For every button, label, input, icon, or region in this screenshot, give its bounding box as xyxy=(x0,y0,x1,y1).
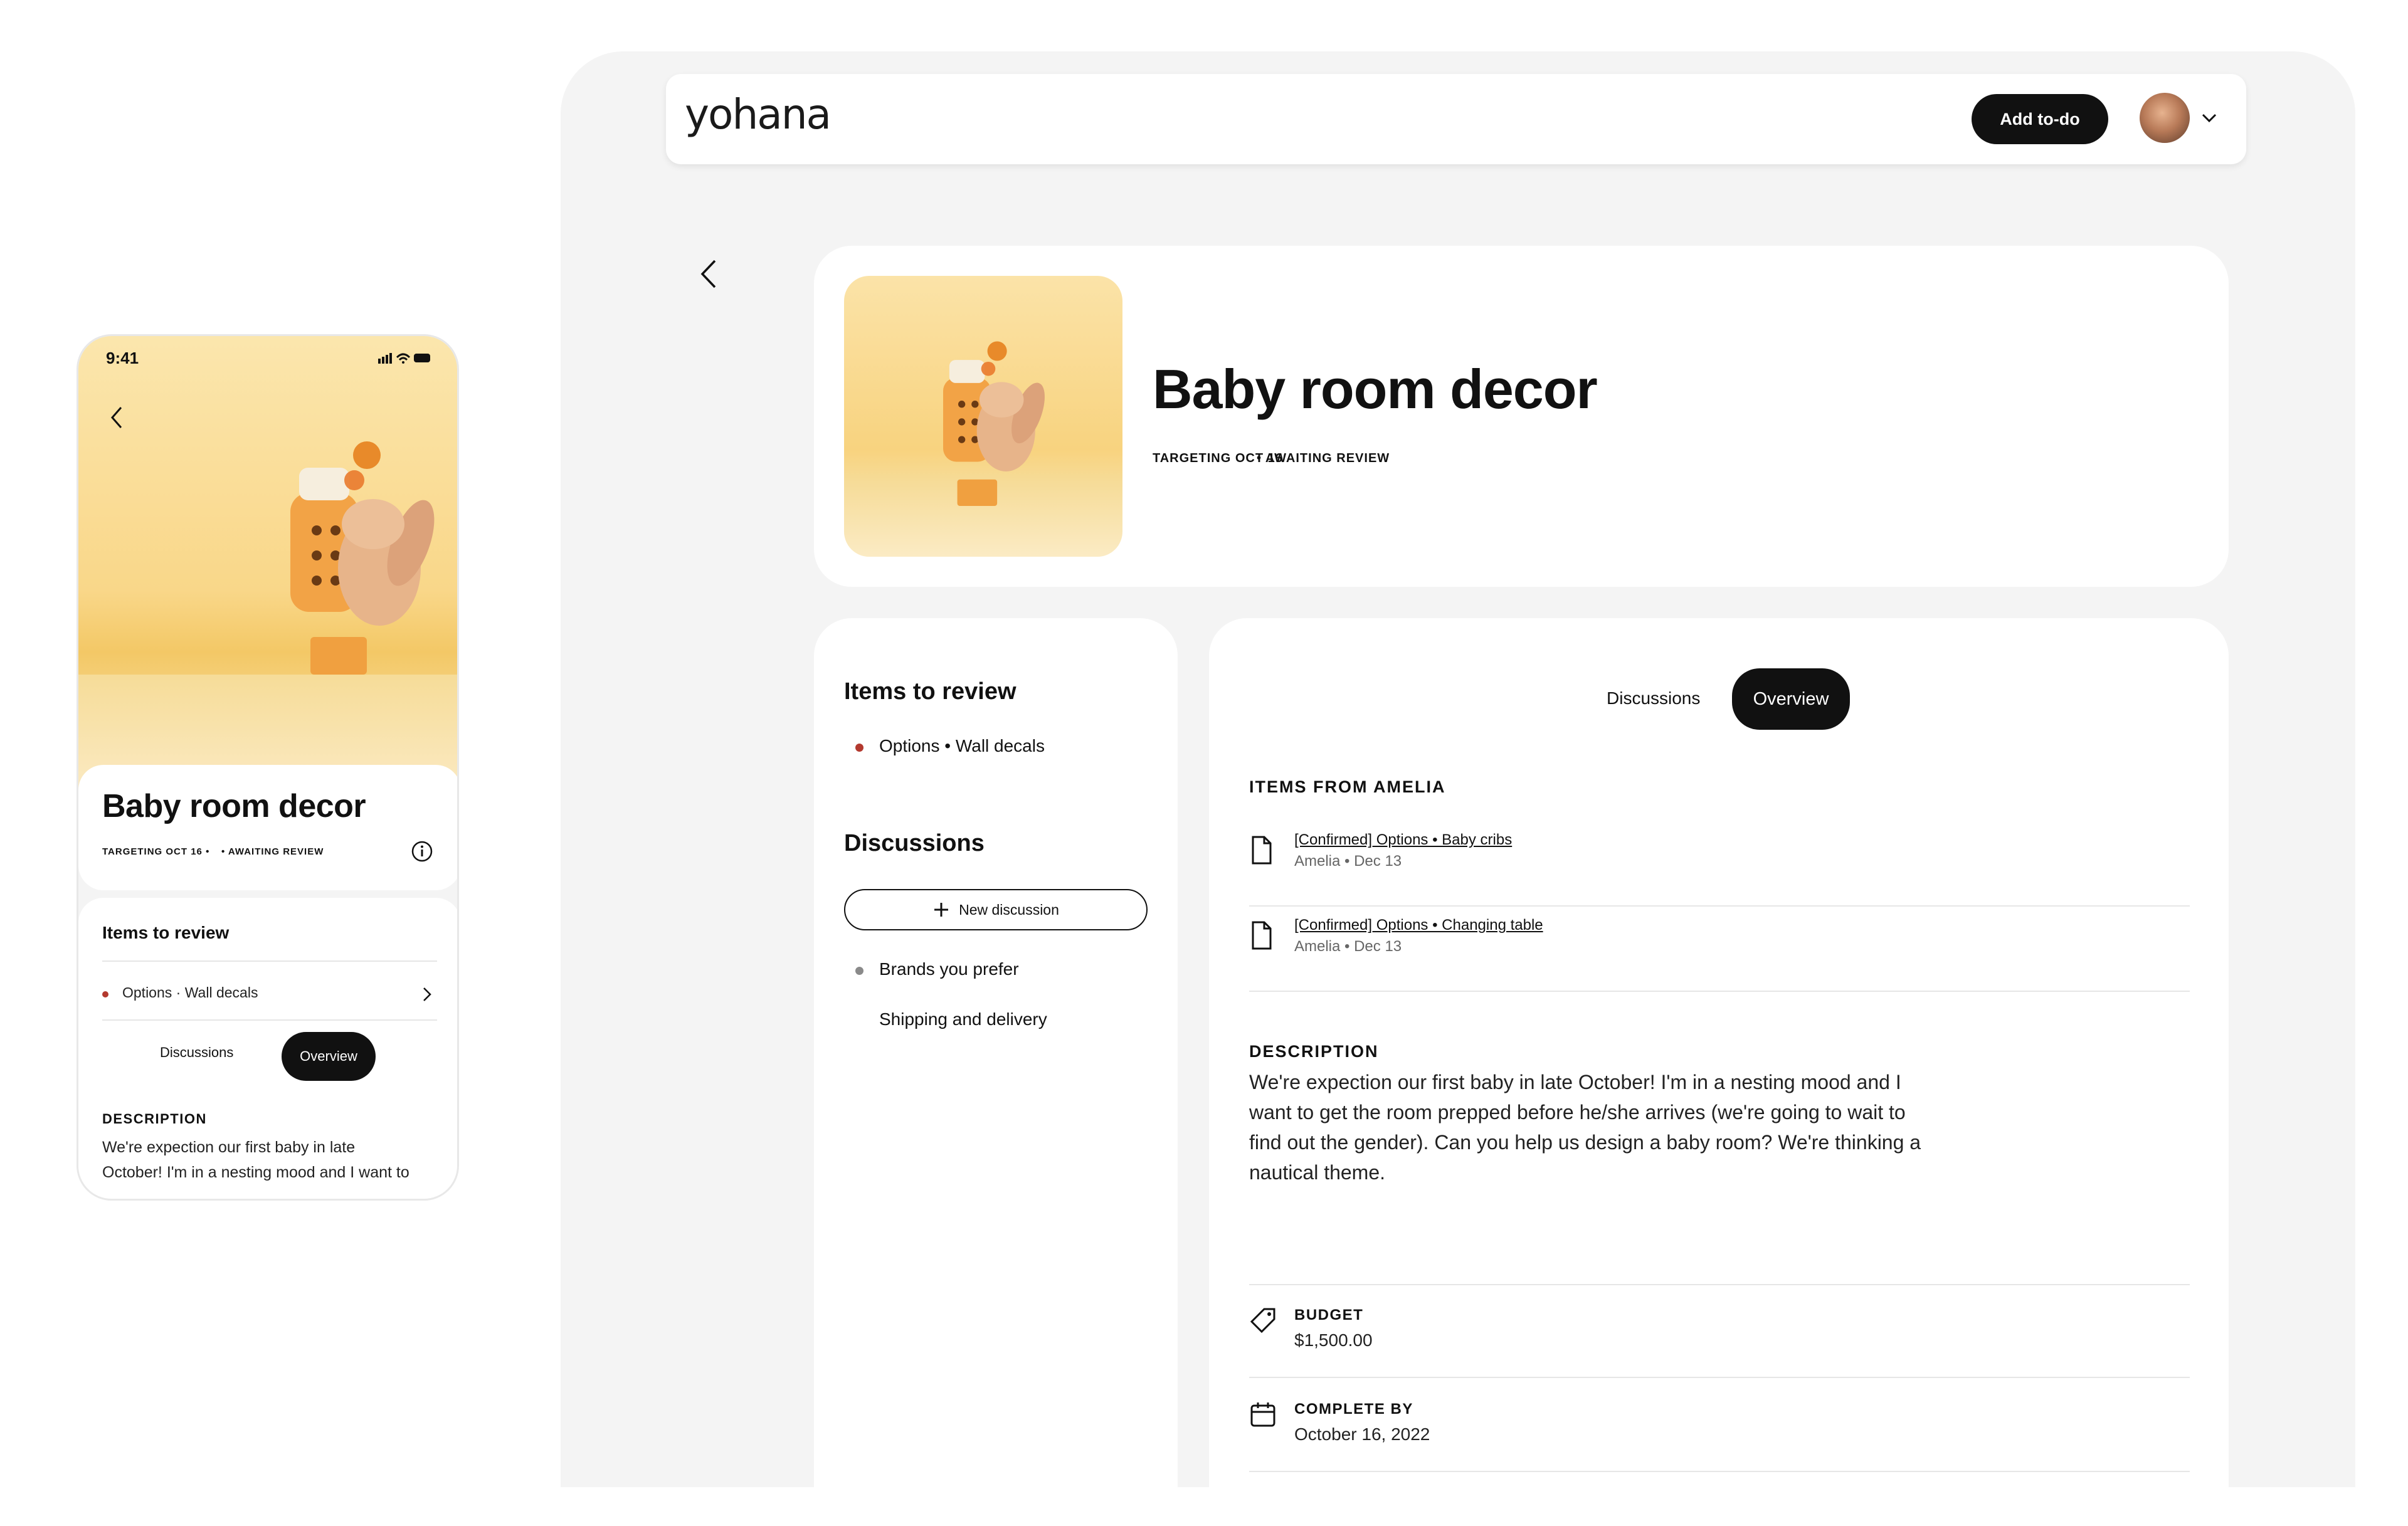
description-heading: DESCRIPTION xyxy=(1249,1042,1379,1061)
back-chevron-icon[interactable] xyxy=(697,258,720,290)
phone-description-heading: DESCRIPTION xyxy=(102,1111,207,1127)
complete-by-label: COMPLETE BY xyxy=(1294,1401,1413,1418)
list-item[interactable]: [Confirmed] Options • Changing table Ame… xyxy=(1249,917,2190,979)
review-item-label: Options • Wall decals xyxy=(879,736,1045,755)
phone-page-title: Baby room decor xyxy=(102,788,366,824)
phone-meta-target: TARGETING OCT 16 • xyxy=(102,846,210,857)
phone-description-line1: We're expection our first baby in late xyxy=(102,1139,356,1156)
phone-items-heading: Items to review xyxy=(102,923,230,942)
new-discussion-button[interactable]: New discussion xyxy=(844,889,1148,930)
review-item[interactable]: Options • Wall decals xyxy=(844,731,1145,762)
items-review-heading: Items to review xyxy=(844,678,1017,705)
status-icons xyxy=(378,353,430,364)
phone-time: 9:41 xyxy=(106,349,139,367)
phone-description-line2: October! I'm in a nesting mood and I wan… xyxy=(102,1164,409,1181)
chevron-right-icon xyxy=(423,987,431,1001)
item-title-link[interactable]: [Confirmed] Options • Changing table xyxy=(1294,917,1543,934)
description-line: want to get the room prepped before he/s… xyxy=(1249,1101,1906,1123)
meta-status: • AWAITING REVIEW xyxy=(1257,451,1390,465)
main-card: Discussions Overview ITEMS FROM AMELIA [… xyxy=(1209,618,2229,1487)
top-bar: yohana Add to-do xyxy=(666,74,2246,164)
phone-content-card: Items to review Options · Wall decals Di… xyxy=(78,898,457,1199)
phone-tab-overview[interactable]: Overview xyxy=(282,1032,376,1081)
budget-value: $1,500.00 xyxy=(1294,1330,1373,1350)
discussion-item[interactable]: Shipping and delivery xyxy=(844,1003,1145,1034)
info-icon[interactable] xyxy=(411,840,433,863)
yohana-logo[interactable]: yohana xyxy=(685,90,832,139)
description-line: nautical theme. xyxy=(1249,1161,1386,1184)
phone-mockup: 9:41 Baby room decor TARGETING OCT 16 • … xyxy=(77,334,459,1201)
tab-discussions[interactable]: Discussions xyxy=(1607,688,1700,708)
phone-title-card: Baby room decor TARGETING OCT 16 • • AWA… xyxy=(78,765,457,890)
items-from-heading: ITEMS FROM AMELIA xyxy=(1249,777,1446,796)
chevron-down-icon[interactable] xyxy=(2200,110,2219,125)
discussion-label: Brands you prefer xyxy=(879,959,1019,979)
list-item[interactable]: [Confirmed] Options • Baby cribs Amelia … xyxy=(1249,831,2190,894)
description-line: find out the gender). Can you help us de… xyxy=(1249,1131,1921,1154)
discussion-label: Shipping and delivery xyxy=(879,1009,1047,1029)
complete-by-value: October 16, 2022 xyxy=(1294,1424,1430,1444)
toy-illustration xyxy=(943,341,1045,507)
plus-icon xyxy=(934,903,949,917)
back-chevron-icon[interactable] xyxy=(107,405,126,430)
toy-illustration xyxy=(290,441,435,675)
avatar[interactable] xyxy=(2140,93,2190,143)
project-cover-image xyxy=(844,276,1122,557)
budget-label: BUDGET xyxy=(1294,1307,1364,1323)
item-meta: Amelia • Dec 13 xyxy=(1294,938,1402,955)
description-line: We're expection our first baby in late O… xyxy=(1249,1071,1901,1093)
phone-review-item-label: Options · Wall decals xyxy=(122,984,258,1001)
phone-hero-image: 9:41 xyxy=(78,336,457,794)
item-meta: Amelia • Dec 13 xyxy=(1294,853,1402,870)
phone-meta-status: • AWAITING REVIEW xyxy=(221,846,324,857)
document-icon xyxy=(1252,921,1272,950)
discussions-heading: Discussions xyxy=(844,830,985,856)
discussion-item[interactable]: Brands you prefer xyxy=(844,953,1145,984)
page-title: Baby room decor xyxy=(1153,358,1598,420)
desktop-mockup: yohana Add to-do Baby room decor TARGETI… xyxy=(561,51,2355,1487)
item-title-link[interactable]: [Confirmed] Options • Baby cribs xyxy=(1294,831,1512,849)
project-header-card: Baby room decor TARGETING OCT 16 • AWAIT… xyxy=(814,246,2229,587)
add-todo-button[interactable]: Add to-do xyxy=(1972,94,2108,144)
new-discussion-label: New discussion xyxy=(959,901,1059,918)
sidebar-card: Items to review Options • Wall decals Di… xyxy=(814,618,1178,1487)
phone-tab-discussions[interactable]: Discussions xyxy=(160,1045,233,1061)
stage: 9:41 Baby room decor TARGETING OCT 16 • … xyxy=(0,0,2408,1526)
document-icon xyxy=(1252,836,1272,865)
phone-review-item[interactable]: Options · Wall decals xyxy=(102,969,437,1019)
calendar-icon xyxy=(1250,1402,1275,1427)
tag-icon xyxy=(1250,1308,1275,1334)
tab-overview[interactable]: Overview xyxy=(1732,668,1850,730)
